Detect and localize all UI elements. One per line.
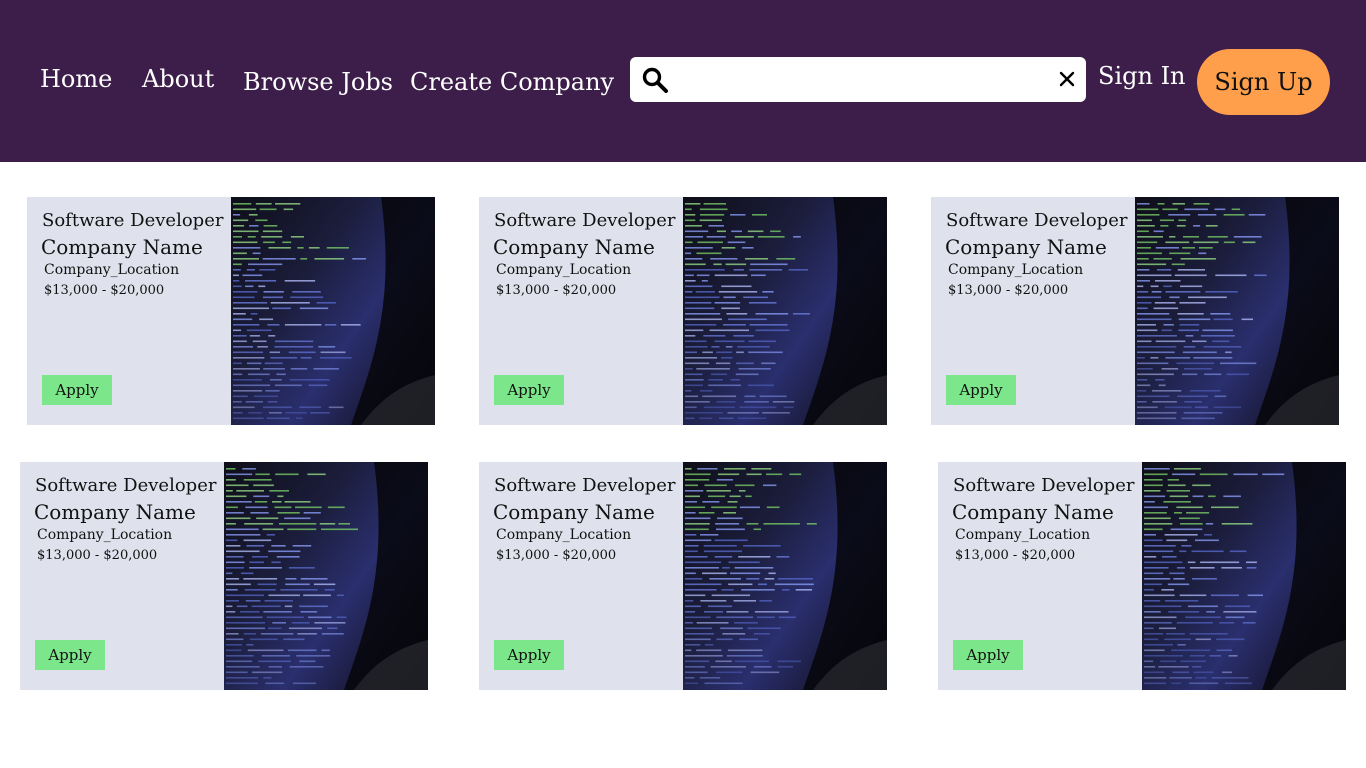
search-icon[interactable] <box>642 67 668 93</box>
job-card[interactable]: Software Developer Company Name Company_… <box>931 197 1339 425</box>
company-name: Company Name <box>945 235 1107 259</box>
company-location: Company_Location <box>955 527 1091 543</box>
job-card[interactable]: Software Developer Company Name Company_… <box>938 462 1346 690</box>
job-thumbnail-image <box>231 197 435 425</box>
salary-range: $13,000 - $20,000 <box>496 283 617 298</box>
job-card[interactable]: Software Developer Company Name Company_… <box>479 462 887 690</box>
apply-button[interactable]: Apply <box>42 375 112 405</box>
search-input[interactable] <box>680 63 1050 96</box>
company-location: Company_Location <box>44 262 180 278</box>
sign-up-button[interactable]: Sign Up <box>1197 49 1330 115</box>
search-bar <box>630 57 1086 102</box>
company-name: Company Name <box>952 500 1114 524</box>
job-title: Software Developer <box>494 475 676 496</box>
company-name: Company Name <box>493 500 655 524</box>
apply-button[interactable]: Apply <box>494 375 564 405</box>
company-location: Company_Location <box>496 527 632 543</box>
job-title: Software Developer <box>35 475 217 496</box>
company-name: Company Name <box>34 500 196 524</box>
job-thumbnail-image <box>683 197 887 425</box>
nav-home-link[interactable]: Home <box>40 67 112 91</box>
job-card[interactable]: Software Developer Company Name Company_… <box>20 462 428 690</box>
top-navbar: Home About Browse Jobs Create Company Si… <box>0 0 1366 162</box>
job-card[interactable]: Software Developer Company Name Company_… <box>479 197 887 425</box>
apply-button[interactable]: Apply <box>35 640 105 670</box>
salary-range: $13,000 - $20,000 <box>948 283 1069 298</box>
company-location: Company_Location <box>948 262 1084 278</box>
job-card[interactable]: Software Developer Company Name Company_… <box>27 197 435 425</box>
salary-range: $13,000 - $20,000 <box>44 283 165 298</box>
company-location: Company_Location <box>496 262 632 278</box>
job-thumbnail-image <box>1135 197 1339 425</box>
salary-range: $13,000 - $20,000 <box>37 548 158 563</box>
nav-browse-jobs-link[interactable]: Browse Jobs <box>243 70 393 94</box>
job-thumbnail-image <box>1142 462 1346 690</box>
salary-range: $13,000 - $20,000 <box>955 548 1076 563</box>
nav-about-link[interactable]: About <box>142 67 214 91</box>
job-thumbnail-image <box>224 462 428 690</box>
nav-create-company-link[interactable]: Create Company <box>410 70 614 94</box>
job-title: Software Developer <box>953 475 1135 496</box>
company-location: Company_Location <box>37 527 173 543</box>
apply-button[interactable]: Apply <box>946 375 1016 405</box>
apply-button[interactable]: Apply <box>953 640 1023 670</box>
apply-button[interactable]: Apply <box>494 640 564 670</box>
job-title: Software Developer <box>42 210 224 231</box>
salary-range: $13,000 - $20,000 <box>496 548 617 563</box>
company-name: Company Name <box>493 235 655 259</box>
company-name: Company Name <box>41 235 203 259</box>
job-thumbnail-image <box>683 462 887 690</box>
job-title: Software Developer <box>946 210 1128 231</box>
sign-in-link[interactable]: Sign In <box>1098 64 1186 88</box>
close-icon[interactable] <box>1057 69 1077 89</box>
job-title: Software Developer <box>494 210 676 231</box>
